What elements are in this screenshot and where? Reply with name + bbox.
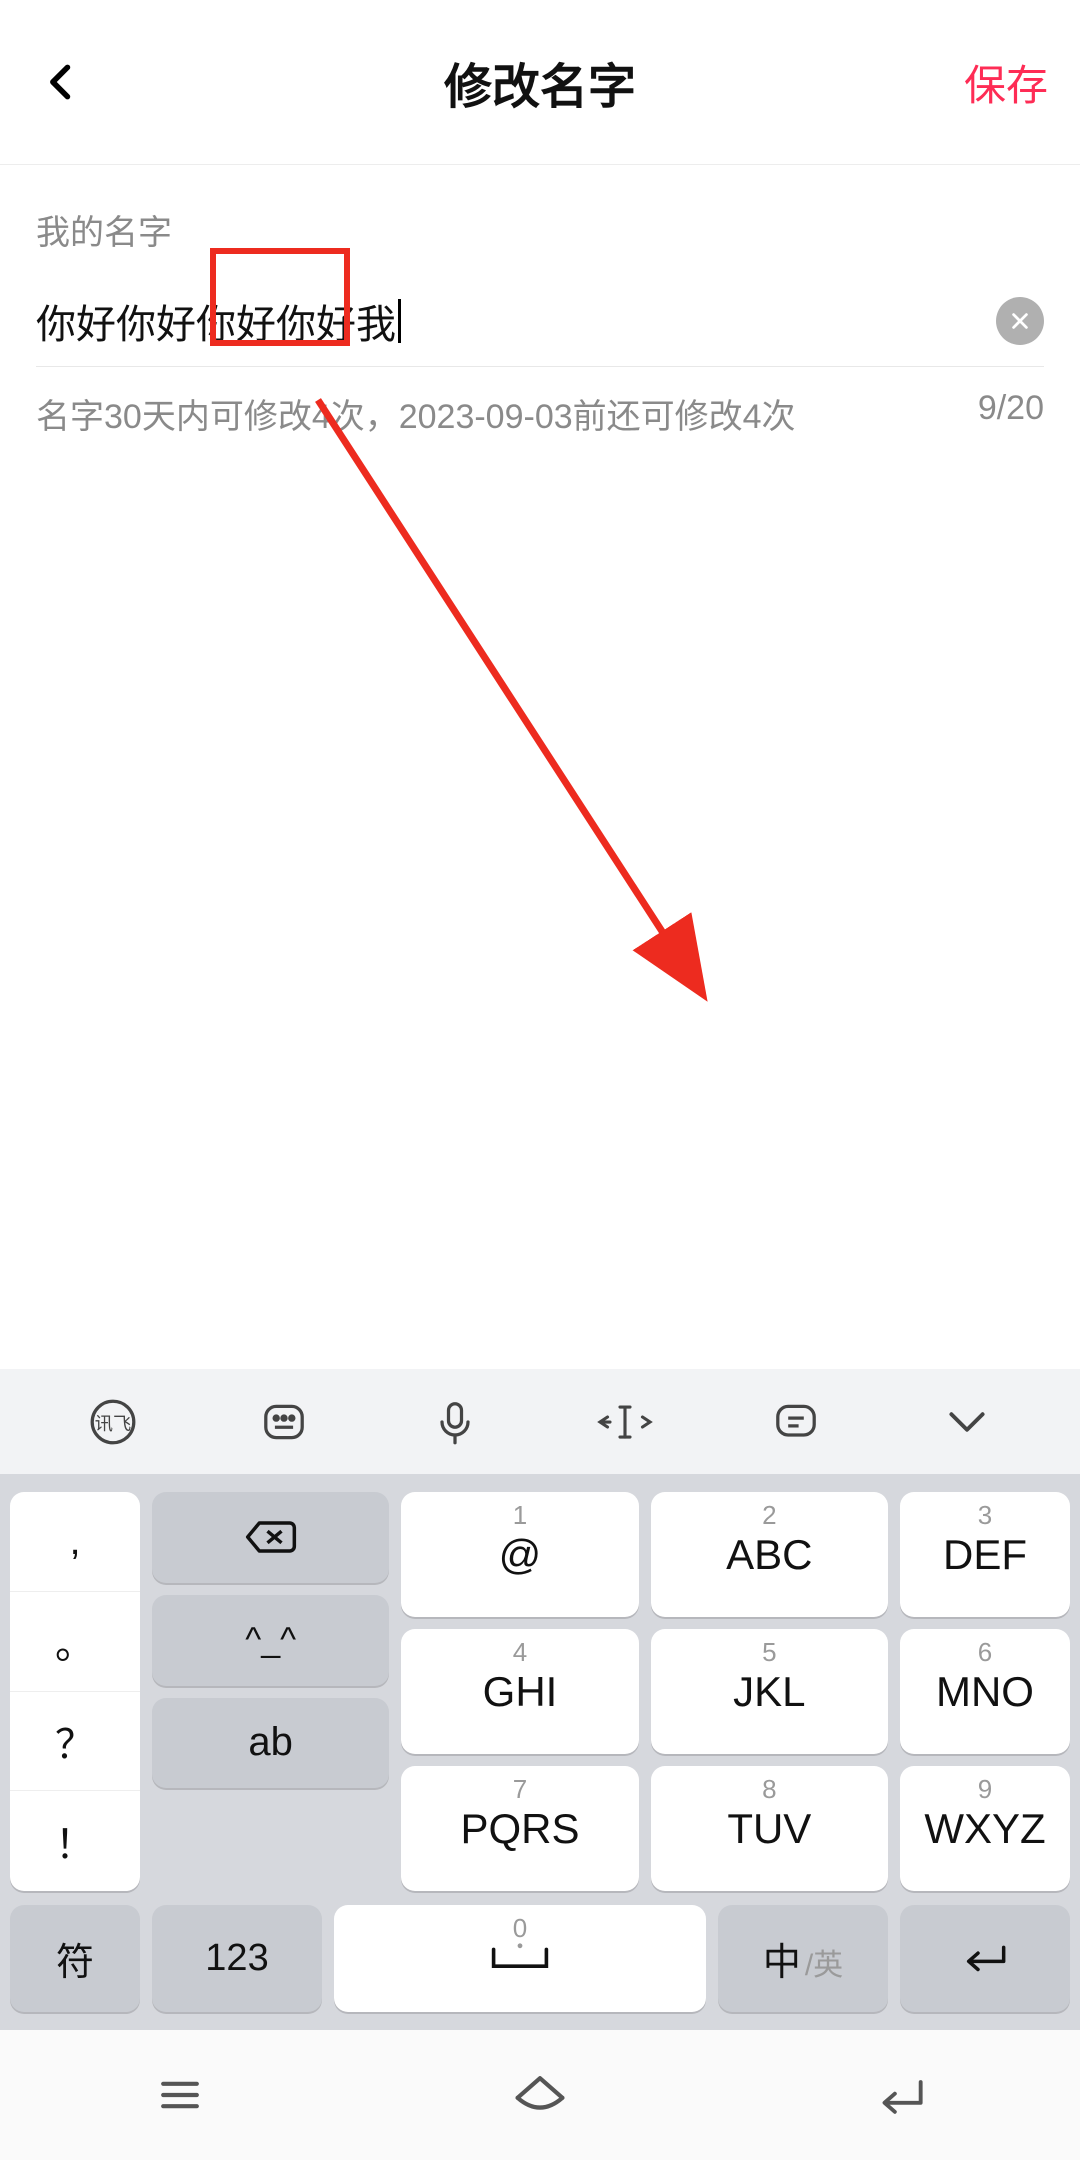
page-title: 修改名字 bbox=[444, 47, 636, 117]
key-9-wxyz[interactable]: 9WXYZ bbox=[900, 1766, 1070, 1891]
nav-home[interactable] bbox=[500, 2055, 580, 2135]
symbol-key[interactable]: 符 bbox=[10, 1905, 140, 2012]
key-period[interactable]: 。 bbox=[10, 1592, 140, 1692]
cursor-move-icon[interactable] bbox=[593, 1390, 657, 1454]
name-input-row: 你好你好你好你好我 bbox=[36, 292, 1044, 367]
name-input[interactable]: 你好你好你好你好我 bbox=[36, 292, 996, 350]
hint-text: 名字30天内可修改4次，2023-09-03前还可修改4次 bbox=[36, 389, 796, 438]
ime-logo-icon[interactable]: 讯飞 bbox=[81, 1390, 145, 1454]
emoji-key[interactable]: ^_^ bbox=[152, 1595, 389, 1686]
key-6-mno[interactable]: 6MNO bbox=[900, 1629, 1070, 1754]
key-comma[interactable]: , bbox=[10, 1492, 140, 1592]
hint-row: 名字30天内可修改4次，2023-09-03前还可修改4次 9/20 bbox=[36, 389, 1044, 438]
keyboard-toolbar: 讯飞 bbox=[0, 1369, 1080, 1474]
key-5-jkl[interactable]: 5JKL bbox=[651, 1629, 888, 1754]
space-key[interactable]: 0 bbox=[334, 1905, 706, 2012]
field-label: 我的名字 bbox=[36, 205, 1044, 254]
key-7-pqrs[interactable]: 7PQRS bbox=[401, 1766, 638, 1891]
voice-input-icon[interactable] bbox=[423, 1390, 487, 1454]
key-8-tuv[interactable]: 8TUV bbox=[651, 1766, 888, 1891]
space-icon bbox=[484, 1942, 556, 1976]
close-icon bbox=[1009, 310, 1031, 332]
enter-icon bbox=[957, 1940, 1013, 1978]
message-icon[interactable] bbox=[764, 1390, 828, 1454]
svg-text:讯飞: 讯飞 bbox=[95, 1413, 131, 1433]
language-key[interactable]: 中/英 bbox=[718, 1905, 888, 2012]
save-button[interactable]: 保存 bbox=[964, 52, 1048, 113]
ab-key[interactable]: ab bbox=[152, 1698, 389, 1789]
key-3-def[interactable]: 3DEF bbox=[900, 1492, 1070, 1617]
backspace-key[interactable] bbox=[152, 1492, 389, 1583]
key-4-ghi[interactable]: 4GHI bbox=[401, 1629, 638, 1754]
keyboard-grid: ,。？！ 1@ 2ABC 3DEF ^_^ ab 4GHI 5JKL 6MNO … bbox=[0, 1474, 1080, 1905]
key-question[interactable]: ？ bbox=[10, 1692, 140, 1792]
right-action-column: ^_^ ab bbox=[152, 1492, 389, 1891]
keyboard-layout-icon[interactable] bbox=[252, 1390, 316, 1454]
key-exclaim[interactable]: ！ bbox=[10, 1791, 140, 1891]
enter-key[interactable] bbox=[900, 1905, 1070, 2012]
keyboard: 讯飞 ,。？！ 1@ 2ABC 3DEF bbox=[0, 1369, 1080, 2160]
key-2-abc[interactable]: 2ABC bbox=[651, 1492, 888, 1617]
collapse-keyboard-icon[interactable] bbox=[935, 1390, 999, 1454]
clear-button[interactable] bbox=[996, 297, 1044, 345]
nav-recent[interactable] bbox=[140, 2055, 220, 2135]
key-1-at[interactable]: 1@ bbox=[401, 1492, 638, 1617]
system-navbar bbox=[0, 2030, 1080, 2160]
nav-back[interactable] bbox=[860, 2055, 940, 2135]
name-input-value: 你好你好你好你好我 bbox=[36, 292, 396, 350]
backspace-icon bbox=[243, 1517, 299, 1557]
text-cursor bbox=[398, 299, 401, 343]
char-counter: 9/20 bbox=[978, 389, 1044, 438]
numeric-key[interactable]: 123 bbox=[152, 1905, 322, 2012]
left-punctuation-column: ,。？！ bbox=[10, 1492, 140, 1891]
keyboard-bottom-row: 符 123 0 中/英 bbox=[0, 1905, 1080, 2030]
back-button[interactable] bbox=[32, 52, 92, 112]
header: 修改名字 保存 bbox=[0, 0, 1080, 165]
